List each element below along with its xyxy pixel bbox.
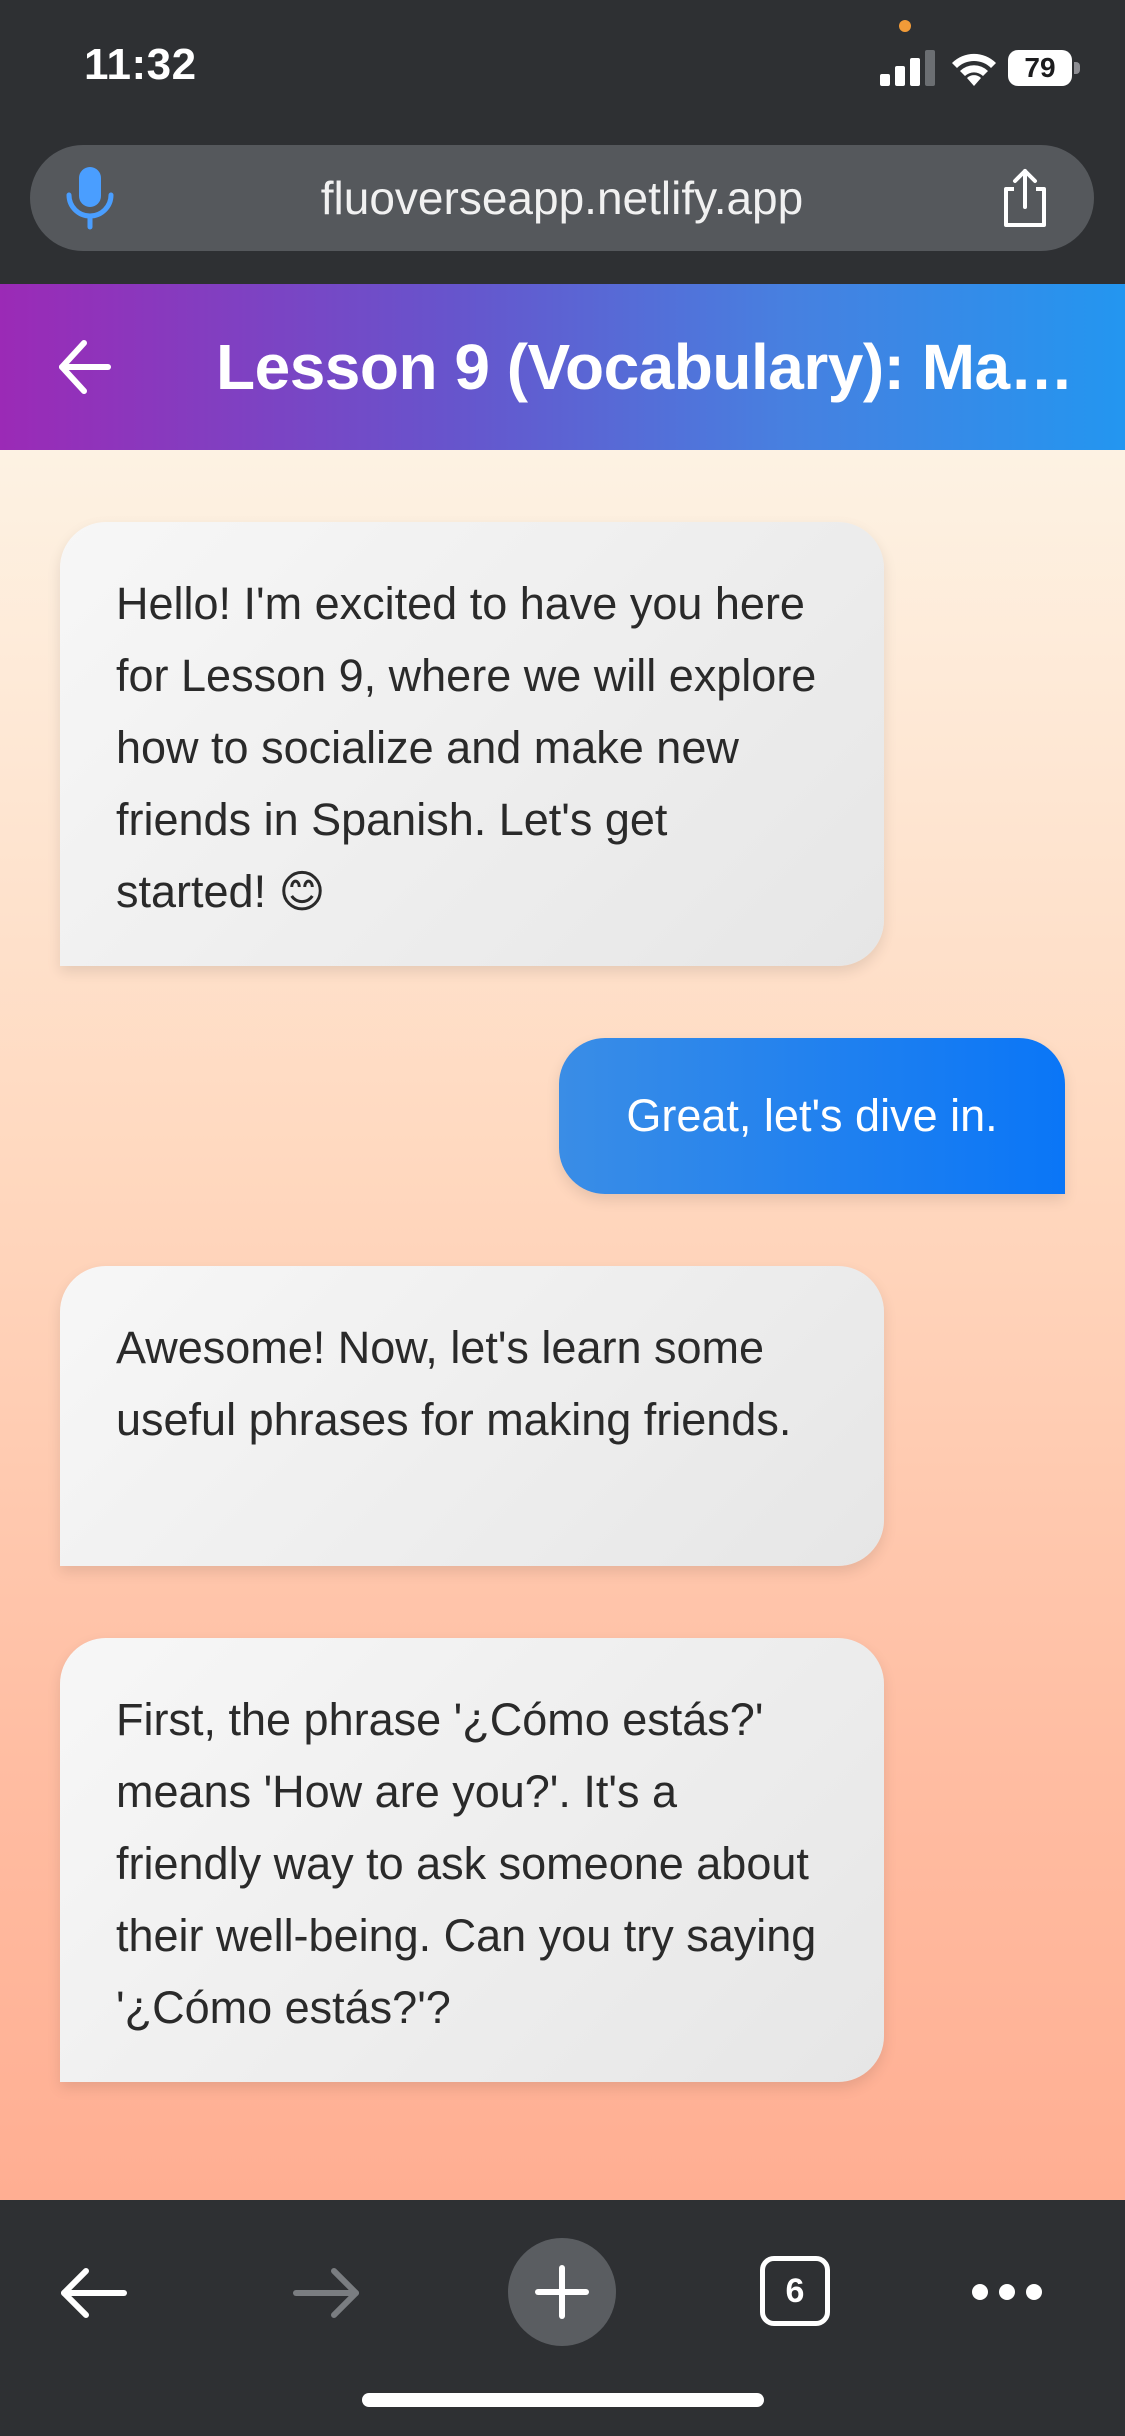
- back-arrow-icon[interactable]: [56, 337, 112, 397]
- chat-area[interactable]: Hello! I'm excited to have you here for …: [0, 450, 1125, 2200]
- lesson-title: Lesson 9 (Vocabulary): Making Friends: [216, 331, 1096, 403]
- address-bar[interactable]: fluoverseapp.netlify.app: [30, 145, 1094, 251]
- url-text[interactable]: fluoverseapp.netlify.app: [140, 145, 984, 251]
- privacy-indicator-dot: [899, 20, 911, 32]
- lesson-header: Lesson 9 (Vocabulary): Making Friends: [0, 284, 1125, 450]
- bot-message: Hello! I'm excited to have you here for …: [60, 522, 884, 966]
- microphone-icon[interactable]: [60, 165, 120, 231]
- status-time: 11:32: [84, 40, 197, 89]
- battery-level: 79: [1008, 50, 1072, 86]
- bot-message: Awesome! Now, let's learn some useful ph…: [60, 1266, 884, 1566]
- new-tab-button[interactable]: [508, 2238, 616, 2346]
- tab-count-button[interactable]: 6: [760, 2256, 830, 2326]
- user-message: Great, let's dive in.: [559, 1038, 1065, 1194]
- more-options-icon[interactable]: [970, 2280, 1044, 2304]
- cellular-signal-icon: [880, 50, 935, 86]
- browser-forward-icon[interactable]: [292, 2265, 362, 2321]
- browser-back-icon[interactable]: [58, 2265, 128, 2321]
- home-indicator: [362, 2393, 764, 2407]
- bot-message: First, the phrase '¿Cómo estás?' means '…: [60, 1638, 884, 2082]
- battery-indicator: 79: [1008, 50, 1080, 86]
- battery-cap: [1074, 62, 1080, 74]
- share-icon[interactable]: [994, 167, 1056, 229]
- plus-icon: [535, 2265, 589, 2319]
- wifi-icon: [952, 53, 996, 86]
- status-bar: 11:32 79: [0, 0, 1125, 140]
